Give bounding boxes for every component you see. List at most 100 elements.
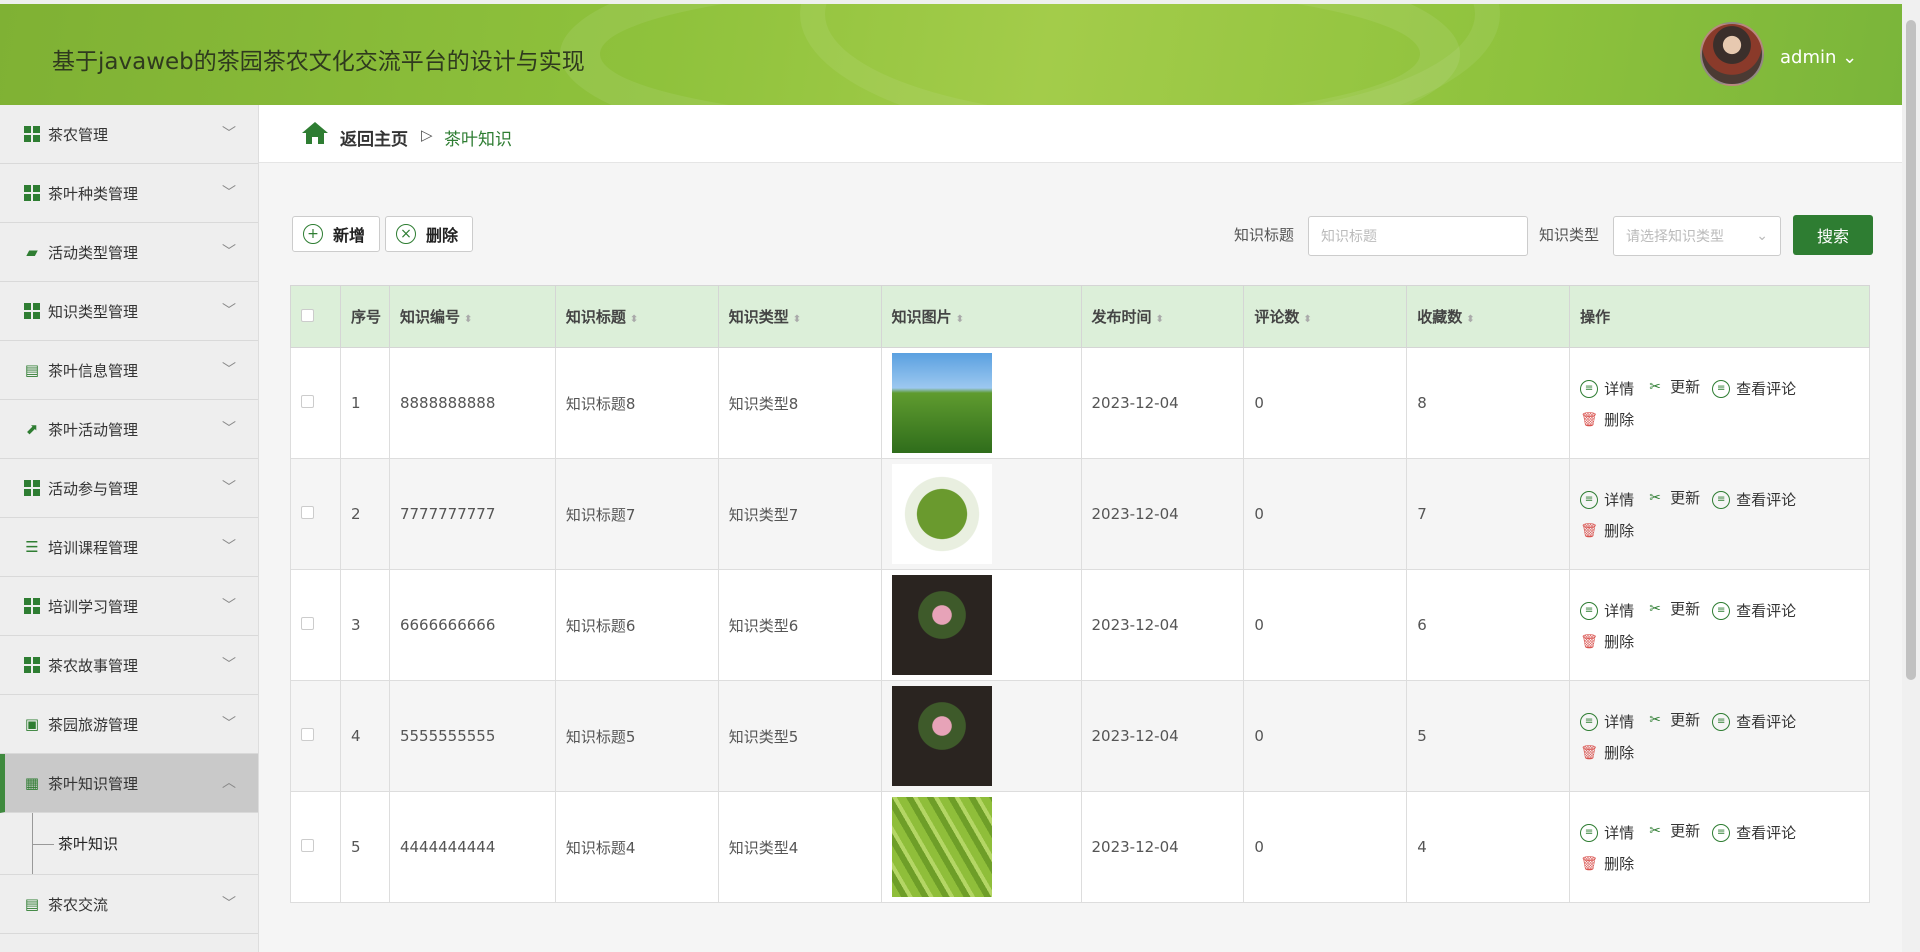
- sort-icon[interactable]: ⬍: [630, 314, 638, 325]
- row-checkbox[interactable]: [301, 506, 314, 519]
- sidebar-item-label: 茶叶种类管理: [48, 184, 139, 203]
- plus-icon: +: [303, 224, 323, 244]
- cell-date: 2023-12-04: [1080, 347, 1245, 459]
- select-all-checkbox[interactable]: [301, 308, 314, 322]
- column-header[interactable]: 收藏数 ⬍: [1406, 285, 1571, 348]
- sidebar-item-label: 茶农管理: [48, 125, 109, 144]
- row-checkbox[interactable]: [301, 617, 314, 630]
- avatar[interactable]: [1700, 22, 1764, 86]
- sort-icon[interactable]: ⬍: [1156, 314, 1164, 325]
- row-delete-button[interactable]: 🗑 删除: [1580, 516, 1634, 546]
- sidebar-item-activity-join[interactable]: 活动参与管理 ﹀: [0, 459, 258, 518]
- sort-icon[interactable]: ⬍: [464, 314, 472, 325]
- update-button[interactable]: ✂ 更新: [1646, 594, 1700, 624]
- wallet-icon: ▣: [24, 715, 40, 733]
- detail-button[interactable]: ≡ 详情: [1580, 596, 1634, 626]
- comment-icon: ≡: [1712, 380, 1731, 398]
- column-header[interactable]: 发布时间 ⬍: [1080, 285, 1245, 348]
- sidebar-item-activity-type[interactable]: ▰ 活动类型管理 ﹀: [0, 223, 258, 282]
- view-comments-button[interactable]: ≡ 查看评论: [1712, 596, 1796, 626]
- update-button[interactable]: ✂ 更新: [1646, 372, 1700, 402]
- scrollbar[interactable]: [1902, 0, 1920, 952]
- sidebar-item-training-study[interactable]: 培训学习管理 ﹀: [0, 577, 258, 636]
- chevron-down-icon: ﹀: [222, 539, 236, 555]
- sidebar-item-tea-info[interactable]: ▤ 茶叶信息管理 ﹀: [0, 341, 258, 400]
- cell-comments: 0: [1243, 680, 1408, 792]
- chevron-down-icon: ﹀: [222, 362, 236, 378]
- trash-icon: 🗑: [1580, 745, 1598, 761]
- sidebar-subitem-tea-knowledge[interactable]: 茶叶知识: [0, 813, 258, 875]
- sidebar-item-tea-knowledge[interactable]: ▦ 茶叶知识管理 ︿: [0, 754, 258, 813]
- detail-button[interactable]: ≡ 详情: [1580, 485, 1634, 515]
- home-link[interactable]: 返回主页: [340, 125, 408, 150]
- sidebar-item-farmer-exchange[interactable]: ▤ 茶农交流 ﹀: [0, 875, 258, 934]
- sidebar-item-farmer-story[interactable]: 茶农故事管理 ﹀: [0, 636, 258, 695]
- row-delete-button[interactable]: 🗑 删除: [1580, 849, 1634, 879]
- cell-actions: ≡ 详情 ✂ 更新 ≡ 查看评论 🗑 删除: [1569, 569, 1870, 681]
- cell-type: 知识类型8: [717, 347, 882, 459]
- sort-icon[interactable]: ⬍: [1466, 314, 1474, 325]
- column-header[interactable]: 知识类型 ⬍: [717, 285, 882, 348]
- search-icon: ≡: [1580, 380, 1599, 398]
- row-checkbox[interactable]: [301, 839, 314, 852]
- sidebar-item-tea-activity[interactable]: ⬈ 茶叶活动管理 ﹀: [0, 400, 258, 459]
- view-comments-button[interactable]: ≡ 查看评论: [1712, 707, 1796, 737]
- home-icon[interactable]: [301, 121, 329, 145]
- view-comments-button[interactable]: ≡ 查看评论: [1712, 485, 1796, 515]
- select-cell: [290, 791, 341, 903]
- sidebar-item-label: 茶农故事管理: [48, 656, 139, 675]
- detail-button[interactable]: ≡ 详情: [1580, 707, 1634, 737]
- update-button[interactable]: ✂ 更新: [1646, 705, 1700, 735]
- chevron-down-icon: ﹀: [222, 244, 236, 260]
- cell-title: 知识标题6: [554, 569, 719, 681]
- view-comments-button[interactable]: ≡ 查看评论: [1712, 374, 1796, 404]
- update-button[interactable]: ✂ 更新: [1646, 483, 1700, 513]
- sort-icon[interactable]: ⬍: [956, 314, 964, 325]
- row-checkbox[interactable]: [301, 728, 314, 741]
- column-header[interactable]: 知识编号 ⬍: [388, 285, 556, 348]
- sidebar-item-knowledge-type[interactable]: 知识类型管理 ﹀: [0, 282, 258, 341]
- column-header[interactable]: 知识标题 ⬍: [554, 285, 719, 348]
- type-select[interactable]: 请选择知识类型 ⌄: [1613, 216, 1781, 256]
- cell-code: 5555555555: [388, 680, 556, 792]
- search-icon: ≡: [1580, 491, 1599, 509]
- cell-date: 2023-12-04: [1080, 569, 1245, 681]
- sidebar-item-tea-farmer[interactable]: 茶农管理 ﹀: [0, 105, 258, 164]
- update-button[interactable]: ✂ 更新: [1646, 816, 1700, 846]
- title-search-input[interactable]: 知识标题: [1308, 216, 1528, 256]
- cell-code: 4444444444: [388, 791, 556, 903]
- row-delete-button[interactable]: 🗑 删除: [1580, 405, 1634, 435]
- view-comments-button[interactable]: ≡ 查看评论: [1712, 818, 1796, 848]
- sidebar-item-tea-tour[interactable]: ▣ 茶园旅游管理 ﹀: [0, 695, 258, 754]
- cell-date: 2023-12-04: [1080, 458, 1245, 570]
- select-cell: [290, 680, 341, 792]
- knowledge-image[interactable]: [891, 797, 992, 897]
- column-header[interactable]: 评论数 ⬍: [1243, 285, 1408, 348]
- delete-button[interactable]: × 删除: [385, 216, 473, 252]
- row-checkbox[interactable]: [301, 395, 314, 408]
- title-filter-label: 知识标题: [1234, 226, 1295, 244]
- user-menu[interactable]: admin ⌄: [1780, 47, 1857, 68]
- knowledge-image[interactable]: [891, 575, 992, 675]
- sidebar-item-training-course[interactable]: ☰ 培训课程管理 ﹀: [0, 518, 258, 577]
- sidebar-item-label: 茶叶信息管理: [48, 361, 139, 380]
- sort-icon[interactable]: ⬍: [793, 314, 801, 325]
- add-button[interactable]: + 新增: [292, 216, 380, 252]
- knowledge-image[interactable]: [891, 686, 992, 786]
- cell-type: 知识类型5: [717, 680, 882, 792]
- sort-icon[interactable]: ⬍: [1303, 314, 1311, 325]
- detail-button[interactable]: ≡ 详情: [1580, 374, 1634, 404]
- sidebar-item-tea-category[interactable]: 茶叶种类管理 ﹀: [0, 164, 258, 223]
- sidebar: 茶农管理 ﹀ 茶叶种类管理 ﹀ ▰ 活动类型管理 ﹀ 知识类型管理 ﹀ ▤ 茶叶信息管理 ﹀ …: [0, 105, 259, 952]
- table-body: 1 8888888888 知识标题8 知识类型8 2023-12-04 0 8 ≡ 详情 ✂ 更新 ≡…: [290, 347, 1870, 903]
- row-delete-button[interactable]: 🗑 删除: [1580, 627, 1634, 657]
- search-button[interactable]: 搜索: [1793, 215, 1873, 255]
- scrollbar-thumb[interactable]: [1906, 20, 1916, 680]
- knowledge-image[interactable]: [891, 353, 992, 453]
- row-delete-button[interactable]: 🗑 删除: [1580, 738, 1634, 768]
- chevron-down-icon: ﹀: [222, 126, 236, 142]
- knowledge-image[interactable]: [891, 464, 992, 564]
- cell-code: 6666666666: [388, 569, 556, 681]
- column-header[interactable]: 知识图片 ⬍: [880, 285, 1082, 348]
- detail-button[interactable]: ≡ 详情: [1580, 818, 1634, 848]
